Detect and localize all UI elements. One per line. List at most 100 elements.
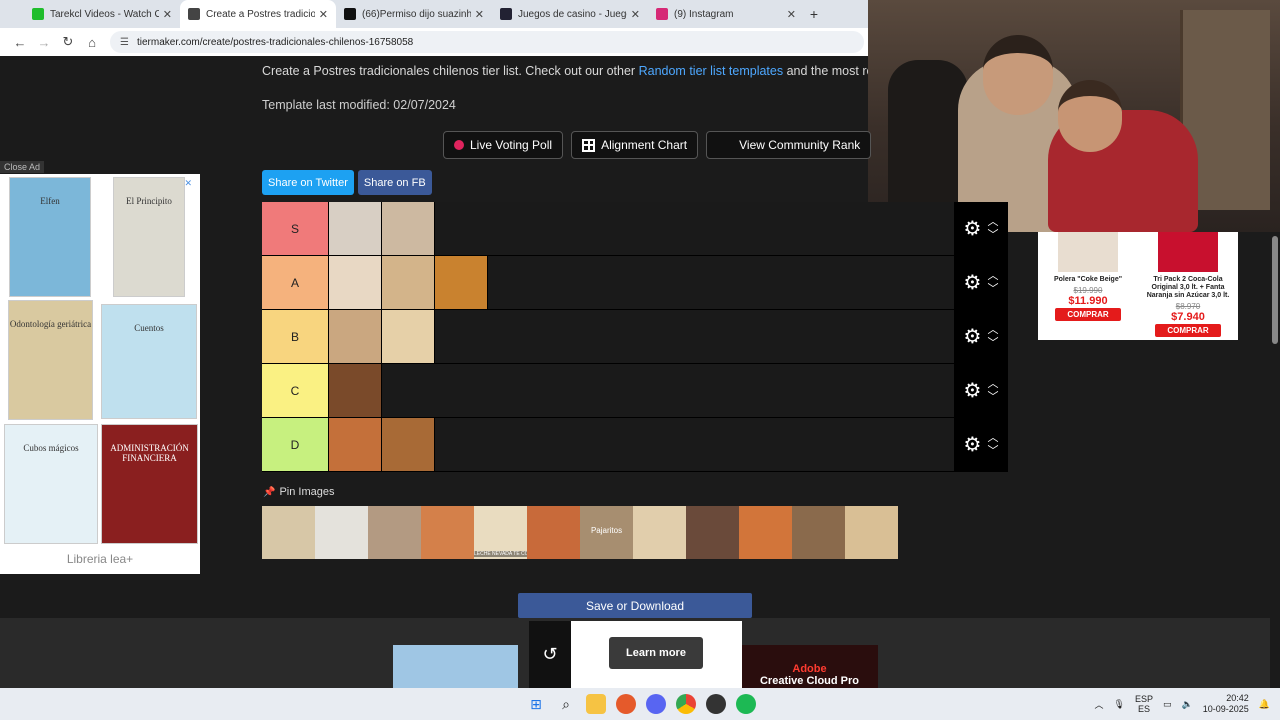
clock[interactable]: 20:42 10-09-2025 bbox=[1203, 693, 1249, 715]
pool-tile[interactable] bbox=[845, 506, 898, 559]
buy-button[interactable]: COMPRAR bbox=[1155, 324, 1221, 337]
dessert-tile[interactable] bbox=[329, 418, 382, 471]
pool-tile[interactable] bbox=[686, 506, 739, 559]
dessert-tile[interactable] bbox=[382, 202, 435, 255]
browser-tab[interactable]: (66)Permiso dijo suazinho ✕ bbox=[336, 0, 492, 28]
book-ad[interactable]: Cuentos bbox=[101, 304, 197, 419]
app-icon[interactable] bbox=[616, 694, 636, 714]
pin-images-toggle[interactable]: 📌 Pin Images bbox=[263, 486, 334, 498]
close-tab-icon[interactable]: ✕ bbox=[319, 8, 328, 21]
tier-items[interactable] bbox=[329, 310, 954, 363]
right-ad-banner[interactable]: Polera "Coke Beige" $19.990 $11.990 COMP… bbox=[1038, 232, 1238, 340]
adobe-ad[interactable]: Adobe Creative Cloud Pro bbox=[741, 645, 878, 688]
new-tab-button[interactable]: + bbox=[804, 6, 824, 22]
pool-tile[interactable] bbox=[527, 506, 580, 559]
tier-items[interactable] bbox=[329, 256, 954, 309]
chrome-icon[interactable] bbox=[676, 694, 696, 714]
spotify-icon[interactable] bbox=[736, 694, 756, 714]
reload-icon[interactable]: ↻ bbox=[56, 34, 80, 50]
chevron-down-icon[interactable]: ﹀ bbox=[987, 445, 998, 458]
browser-tab-active[interactable]: Create a Postres tradicionales c ✕ bbox=[180, 0, 336, 28]
discord-icon[interactable] bbox=[646, 694, 666, 714]
alignment-chart-button[interactable]: Alignment Chart bbox=[571, 131, 699, 159]
file-explorer-icon[interactable] bbox=[586, 694, 606, 714]
dessert-tile[interactable] bbox=[382, 418, 435, 471]
scrollbar-thumb[interactable] bbox=[1272, 236, 1278, 344]
pool-tile[interactable]: Pajaritos bbox=[580, 506, 633, 559]
notifications-icon[interactable]: 🔔 bbox=[1259, 699, 1270, 710]
product-card[interactable]: Tri Pack 2 Coca-Cola Original 3,0 lt. + … bbox=[1140, 232, 1236, 340]
product-card[interactable]: Polera "Coke Beige" $19.990 $11.990 COMP… bbox=[1040, 232, 1136, 340]
language-indicator[interactable]: ESP ES bbox=[1135, 694, 1153, 714]
dessert-tile[interactable] bbox=[382, 256, 435, 309]
close-tab-icon[interactable]: ✕ bbox=[475, 8, 484, 21]
book-ad[interactable]: ADMINISTRACIÓN FINANCIERA bbox=[101, 424, 198, 544]
chevron-up-icon[interactable]: ︿ bbox=[987, 270, 998, 283]
tier-label[interactable]: D bbox=[262, 418, 329, 471]
dessert-tile[interactable] bbox=[329, 364, 382, 417]
book-ad[interactable]: Cubos mágicos bbox=[4, 424, 98, 544]
share-fb-button[interactable]: Share on FB bbox=[357, 170, 432, 195]
pool-tile[interactable] bbox=[633, 506, 686, 559]
network-icon[interactable]: ▭ bbox=[1163, 699, 1172, 710]
share-twitter-button[interactable]: Share on Twitter bbox=[262, 170, 354, 195]
chevron-up-icon[interactable]: ︿ bbox=[987, 216, 998, 229]
learn-more-button[interactable]: Learn more bbox=[609, 637, 703, 669]
pool-tile[interactable] bbox=[315, 506, 368, 559]
chevron-up-icon[interactable]: ︿ bbox=[987, 324, 998, 337]
forward-icon[interactable]: → bbox=[32, 35, 56, 50]
pool-tile[interactable] bbox=[739, 506, 792, 559]
dessert-tile[interactable] bbox=[329, 202, 382, 255]
gear-icon[interactable]: ⚙ bbox=[964, 273, 982, 293]
page-scrollbar[interactable] bbox=[1270, 232, 1280, 692]
book-ad[interactable]: Odontología geriátrica bbox=[8, 300, 93, 420]
dessert-tile[interactable] bbox=[329, 310, 382, 363]
app-icon[interactable] bbox=[706, 694, 726, 714]
community-rank-button[interactable]: View Community Rank bbox=[706, 131, 872, 159]
pool-tile[interactable] bbox=[421, 506, 474, 559]
buy-button[interactable]: COMPRAR bbox=[1055, 308, 1121, 321]
pool-tile[interactable]: LECHE NEVADA TE CONTAMOS bbox=[474, 506, 527, 559]
close-tab-icon[interactable]: ✕ bbox=[163, 8, 172, 21]
replay-icon[interactable]: ↺ bbox=[529, 621, 571, 688]
dessert-tile[interactable] bbox=[435, 256, 488, 309]
gear-icon[interactable]: ⚙ bbox=[964, 219, 982, 239]
gear-icon[interactable]: ⚙ bbox=[964, 327, 982, 347]
chevron-up-icon[interactable]: ︿ bbox=[1095, 698, 1104, 711]
close-tab-icon[interactable]: ✕ bbox=[631, 8, 640, 21]
close-tab-icon[interactable]: ✕ bbox=[787, 8, 796, 21]
save-download-button[interactable]: Save or Download bbox=[518, 593, 752, 618]
live-voting-button[interactable]: Live Voting Poll bbox=[443, 131, 564, 159]
browser-tab[interactable]: Tarekcl Videos - Watch On-Den ✕ bbox=[24, 0, 180, 28]
pool-tile[interactable] bbox=[792, 506, 845, 559]
video-ad-popup[interactable]: ↺ Learn more bbox=[529, 621, 742, 688]
search-icon[interactable]: ⌕ bbox=[556, 694, 576, 714]
gear-icon[interactable]: ⚙ bbox=[964, 381, 982, 401]
pool-tile[interactable] bbox=[262, 506, 315, 559]
gear-icon[interactable]: ⚙ bbox=[964, 435, 982, 455]
pool-tile[interactable] bbox=[368, 506, 421, 559]
dessert-tile[interactable] bbox=[329, 256, 382, 309]
browser-tab[interactable]: Juegos de casino - Juegos de c ✕ bbox=[492, 0, 648, 28]
book-ad[interactable]: El Principito bbox=[113, 177, 185, 297]
tier-items[interactable] bbox=[329, 202, 954, 255]
close-ad-button[interactable]: Close Ad bbox=[0, 161, 45, 173]
tier-label[interactable]: B bbox=[262, 310, 329, 363]
chevron-down-icon[interactable]: ﹀ bbox=[987, 229, 998, 242]
site-info-icon[interactable]: ☰ bbox=[120, 37, 129, 48]
tier-label[interactable]: S bbox=[262, 202, 329, 255]
chevron-up-icon[interactable]: ︿ bbox=[987, 432, 998, 445]
browser-tab[interactable]: (9) Instagram ✕ bbox=[648, 0, 804, 28]
tier-label[interactable]: C bbox=[262, 364, 329, 417]
volume-icon[interactable]: 🔈 bbox=[1182, 699, 1193, 710]
microphone-icon[interactable]: 🎙 bbox=[1114, 699, 1125, 710]
chevron-down-icon[interactable]: ﹀ bbox=[987, 391, 998, 404]
random-templates-link[interactable]: Random tier list templates bbox=[639, 64, 784, 78]
tier-items[interactable] bbox=[329, 364, 954, 417]
book-ad[interactable]: Elfen bbox=[9, 177, 91, 297]
url-bar[interactable]: ☰ tiermaker.com/create/postres-tradicion… bbox=[110, 31, 864, 53]
windows-start-icon[interactable]: ⊞ bbox=[526, 694, 546, 714]
dessert-tile[interactable] bbox=[382, 310, 435, 363]
left-ad-banner[interactable]: ⓘ✕ Elfen El Principito Odontología geriá… bbox=[0, 174, 200, 574]
chevron-up-icon[interactable]: ︿ bbox=[987, 378, 998, 391]
